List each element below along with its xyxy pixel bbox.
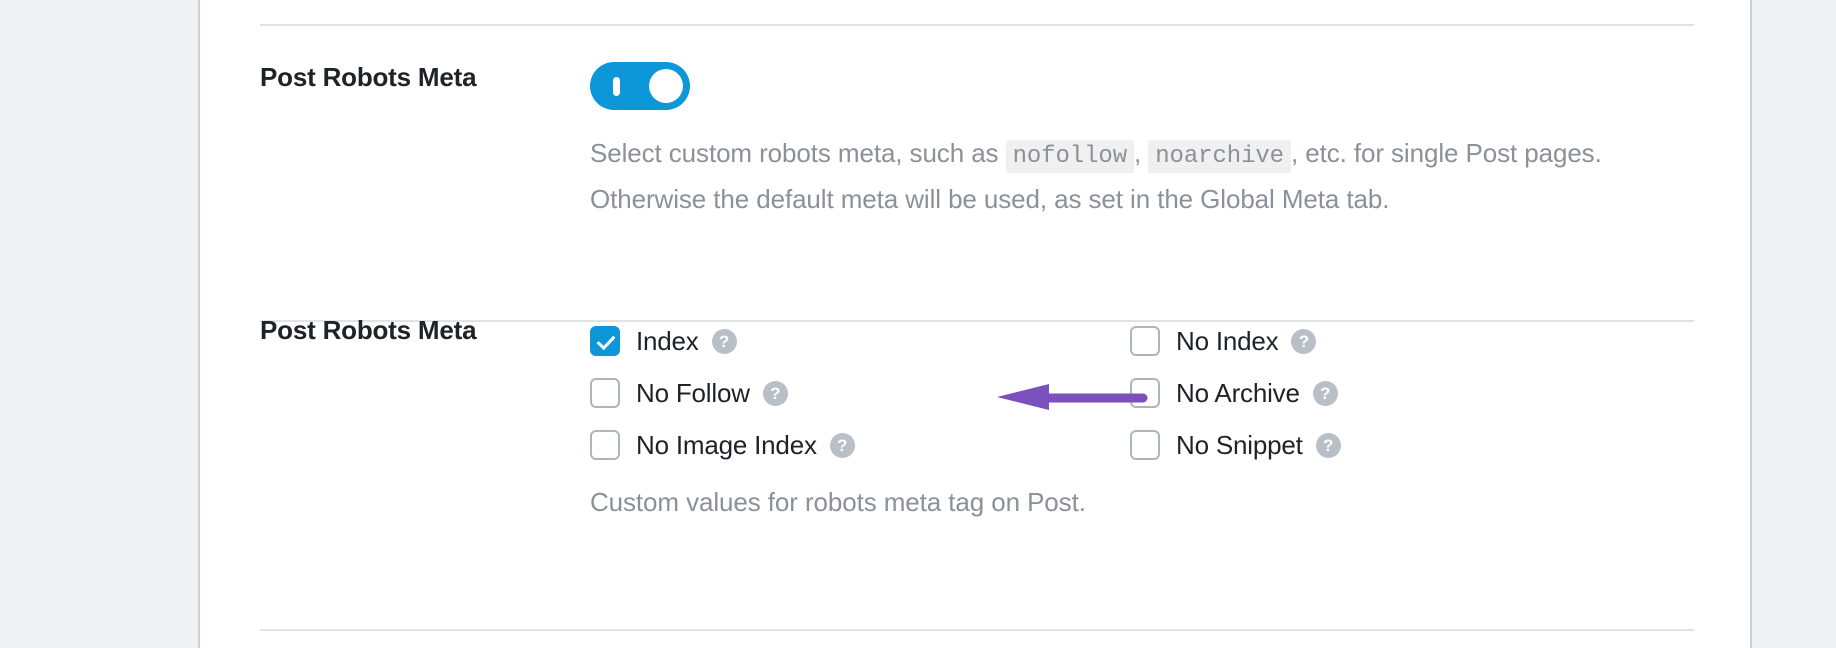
checkbox-unchecked-icon[interactable] xyxy=(1130,378,1160,408)
robots-meta-checkbox-column-right: No Index? No Archive? No Snippet? xyxy=(1130,315,1341,471)
toggle-knob xyxy=(649,69,683,103)
checkbox-item-no-archive[interactable]: No Archive? xyxy=(1130,367,1341,419)
help-question-icon[interactable]: ? xyxy=(829,432,855,458)
post-robots-meta-toggle-field: Select custom robots meta, such as nofol… xyxy=(590,62,1650,220)
separator-bottom xyxy=(260,629,1694,631)
checkbox-item-no-index[interactable]: No Index? xyxy=(1130,315,1341,367)
help-question-icon[interactable]: ? xyxy=(1315,432,1341,458)
checkbox-item-no-follow[interactable]: No Follow? xyxy=(590,367,855,419)
description-comma-1: , xyxy=(1134,138,1142,168)
checkbox-label: No Snippet xyxy=(1176,429,1303,460)
help-question-icon[interactable]: ? xyxy=(711,328,737,354)
settings-content-panel: Post Robots Meta Select custom robots me… xyxy=(198,0,1752,648)
code-noarchive: noarchive xyxy=(1148,140,1291,173)
checkbox-label: No Image Index xyxy=(636,429,817,460)
separator-top xyxy=(260,24,1694,26)
checkbox-unchecked-icon[interactable] xyxy=(1130,430,1160,460)
description-part-1: Select custom robots meta, such as xyxy=(590,138,999,168)
checkbox-label: No Archive xyxy=(1176,377,1300,408)
post-robots-meta-checkboxes-label: Post Robots Meta xyxy=(260,315,477,345)
help-question-icon[interactable]: ? xyxy=(762,380,788,406)
checkbox-unchecked-icon[interactable] xyxy=(1130,326,1160,356)
post-robots-meta-toggle-label: Post Robots Meta xyxy=(260,62,477,92)
code-nofollow: nofollow xyxy=(1005,140,1134,173)
help-question-icon[interactable]: ? xyxy=(1291,328,1317,354)
checkbox-checked-icon[interactable] xyxy=(590,326,620,356)
post-robots-meta-caption: Custom values for robots meta tag on Pos… xyxy=(590,487,1086,517)
checkbox-unchecked-icon[interactable] xyxy=(590,430,620,460)
toggle-on-bar-icon xyxy=(613,77,620,96)
checkbox-item-no-image-index[interactable]: No Image Index? xyxy=(590,419,855,471)
checkbox-item-no-snippet[interactable]: No Snippet? xyxy=(1130,419,1341,471)
checkbox-label: No Follow xyxy=(636,377,750,408)
checkbox-item-index[interactable]: Index? xyxy=(590,315,855,367)
checkbox-label: No Index xyxy=(1176,325,1279,356)
post-robots-meta-checkboxes-field: Index? No Follow? No Image Index? No Index… xyxy=(590,315,1650,518)
post-robots-meta-toggle[interactable] xyxy=(590,62,690,110)
post-robots-meta-description: Select custom robots meta, such as nofol… xyxy=(590,132,1620,220)
robots-meta-checkbox-column-left: Index? No Follow? No Image Index? xyxy=(590,315,855,471)
help-question-icon[interactable]: ? xyxy=(1312,380,1338,406)
checkbox-unchecked-icon[interactable] xyxy=(590,378,620,408)
checkbox-label: Index xyxy=(636,325,699,356)
